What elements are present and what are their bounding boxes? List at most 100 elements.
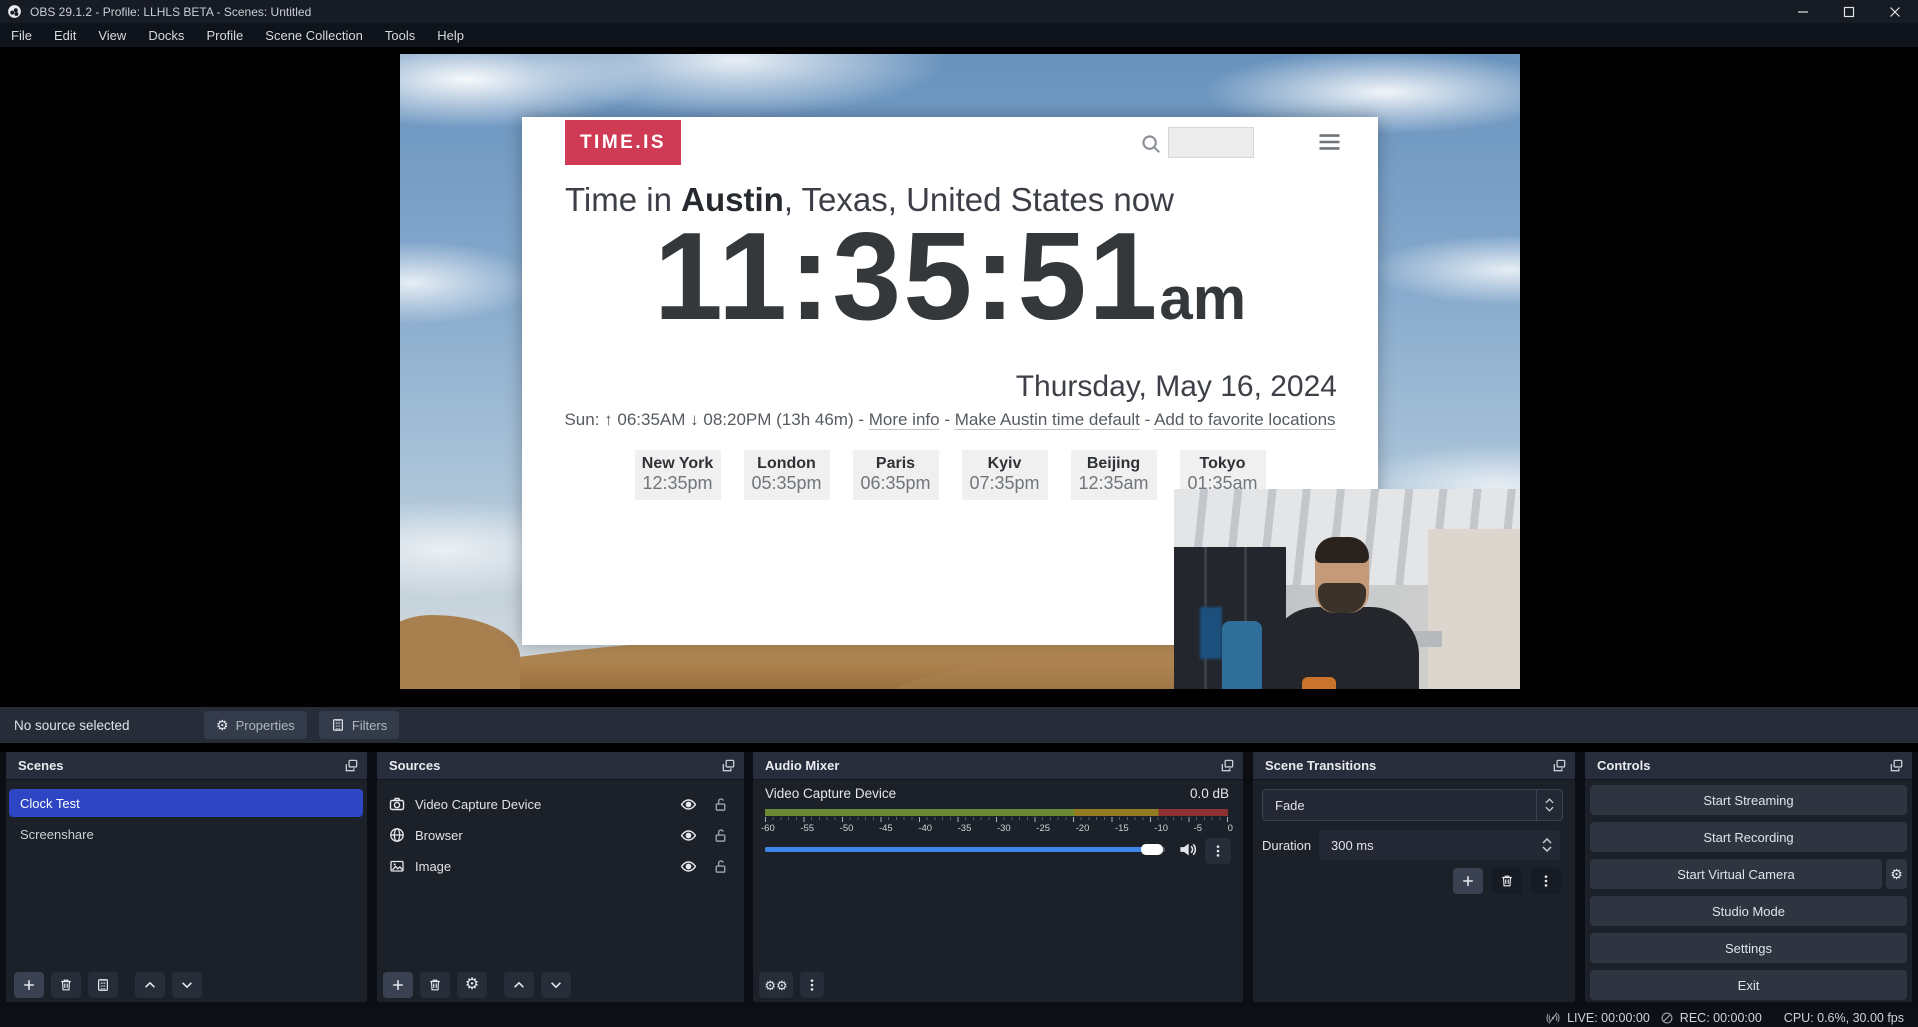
clock-time: 11:35:51: [654, 208, 1160, 346]
scene-move-down-button[interactable]: [172, 972, 202, 998]
scene-item-screenshare[interactable]: Screenshare: [9, 820, 363, 848]
minimize-button[interactable]: [1780, 0, 1826, 23]
menu-tools[interactable]: Tools: [374, 23, 426, 47]
sun-info-line: Sun: ↑ 06:35AM ↓ 08:20PM (13h 46m) - Mor…: [522, 410, 1378, 430]
menu-edit[interactable]: Edit: [43, 23, 87, 47]
advanced-audio-button[interactable]: ⚙⚙: [759, 972, 793, 998]
city-tile: Paris06:35pm: [853, 450, 939, 500]
remove-transition-button[interactable]: [1492, 868, 1522, 894]
exit-button[interactable]: Exit: [1590, 970, 1907, 1000]
source-move-down-button[interactable]: [541, 972, 571, 998]
start-virtual-camera-button[interactable]: Start Virtual Camera: [1590, 859, 1882, 889]
spinbox-arrows[interactable]: [1534, 830, 1560, 860]
rec-status: REC: 00:00:00: [1660, 1011, 1762, 1025]
source-item-image[interactable]: Image: [377, 851, 744, 881]
volume-slider[interactable]: [765, 847, 1165, 852]
popout-icon[interactable]: [344, 758, 359, 773]
make-default-link: Make Austin time default: [955, 410, 1140, 429]
menu-docks[interactable]: Docks: [137, 23, 195, 47]
popout-icon[interactable]: [721, 758, 736, 773]
scene-move-up-button[interactable]: [135, 972, 165, 998]
status-bar: LIVE: 00:00:00 REC: 00:00:00 CPU: 0.6%, …: [0, 1009, 1918, 1027]
mixer-level-db: 0.0 dB: [1190, 786, 1229, 801]
filters-button[interactable]: Filters: [319, 711, 399, 739]
scene-transitions-panel: Scene Transitions Fade Duration 300 ms: [1253, 752, 1575, 1002]
selected-source-status: No source selected: [14, 718, 204, 733]
menu-bar: File Edit View Docks Profile Scene Colle…: [0, 23, 1918, 47]
virtual-camera-config-button[interactable]: ⚙: [1886, 859, 1907, 889]
visibility-eye-icon[interactable]: [680, 858, 697, 875]
properties-button[interactable]: ⚙ Properties: [204, 711, 307, 739]
source-item-browser[interactable]: Browser: [377, 820, 744, 850]
gear-icon: ⚙: [1890, 867, 1903, 881]
select-spinner-icons[interactable]: [1536, 790, 1562, 820]
mixer-options-kebab-button[interactable]: [1205, 838, 1231, 864]
visibility-eye-icon[interactable]: [680, 827, 697, 844]
lock-open-icon[interactable]: [713, 797, 728, 812]
start-recording-button[interactable]: Start Recording: [1590, 822, 1907, 852]
menu-help[interactable]: Help: [426, 23, 475, 47]
clock-display: 11:35:51am: [522, 215, 1378, 339]
image-icon: [389, 858, 405, 874]
sources-panel: Sources Video Capture Device Browser Ima…: [377, 752, 744, 1002]
gear-icon: ⚙: [465, 977, 479, 993]
stream-signal-icon: [1545, 1011, 1561, 1025]
desert-dune: [400, 615, 520, 689]
settings-button[interactable]: Settings: [1590, 933, 1907, 963]
audio-mixer-header: Audio Mixer: [753, 752, 1243, 780]
scene-item-clock-test[interactable]: Clock Test: [9, 789, 363, 817]
mixer-menu-kebab-button[interactable]: [800, 972, 824, 998]
transition-select[interactable]: Fade: [1262, 789, 1563, 821]
scenes-panel: Scenes Clock Test Screenshare: [6, 752, 367, 1002]
gear-icon: ⚙: [216, 718, 229, 732]
close-button[interactable]: [1872, 0, 1918, 23]
city-tile: Kyiv07:35pm: [962, 450, 1048, 500]
menu-view[interactable]: View: [87, 23, 137, 47]
popout-icon[interactable]: [1220, 758, 1235, 773]
scene-transitions-header: Scene Transitions: [1253, 752, 1575, 780]
speaker-icon[interactable]: [1178, 840, 1197, 859]
office-wall: [1428, 529, 1520, 689]
menu-file[interactable]: File: [0, 23, 43, 47]
meter-scale: -60-55-50-45-40-35-30-25-20-15-10-50: [761, 823, 1233, 834]
city-tile: London05:35pm: [744, 450, 830, 500]
menu-profile[interactable]: Profile: [195, 23, 254, 47]
record-disabled-icon: [1660, 1011, 1674, 1025]
person-torso: [1269, 607, 1419, 689]
duration-spinbox[interactable]: 300 ms: [1319, 830, 1560, 860]
visibility-eye-icon[interactable]: [680, 796, 697, 813]
city-tile: New York12:35pm: [635, 450, 721, 500]
remove-scene-button[interactable]: [51, 972, 81, 998]
studio-mode-button[interactable]: Studio Mode: [1590, 896, 1907, 926]
lock-open-icon[interactable]: [713, 828, 728, 843]
cpu-fps-status: CPU: 0.6%, 30.00 fps: [1784, 1011, 1904, 1025]
audio-mixer-panel: Audio Mixer Video Capture Device 0.0 dB …: [753, 752, 1243, 1002]
source-item-video-capture[interactable]: Video Capture Device: [377, 789, 744, 819]
more-info-link: More info: [869, 410, 940, 429]
volume-slider-handle[interactable]: [1141, 844, 1163, 855]
obs-logo-icon: [7, 4, 22, 19]
lock-open-icon[interactable]: [713, 859, 728, 874]
office-chair: [1222, 621, 1262, 689]
popout-icon[interactable]: [1552, 758, 1567, 773]
duration-label: Duration: [1262, 838, 1311, 853]
scene-filters-button[interactable]: [88, 972, 118, 998]
volume-meter: [765, 809, 1228, 816]
source-properties-button[interactable]: ⚙: [457, 972, 487, 998]
live-status: LIVE: 00:00:00: [1545, 1011, 1650, 1025]
menu-scene-collection[interactable]: Scene Collection: [254, 23, 374, 47]
preview-canvas[interactable]: TIME.IS Time in Austin, Texas, United St…: [0, 47, 1918, 707]
monitor-glow: [1200, 607, 1222, 659]
add-scene-button[interactable]: [14, 972, 44, 998]
source-move-up-button[interactable]: [504, 972, 534, 998]
remove-source-button[interactable]: [420, 972, 450, 998]
webcam-overlay: [1174, 489, 1520, 689]
add-source-button[interactable]: [383, 972, 413, 998]
transition-properties-kebab-button[interactable]: [1531, 868, 1561, 894]
scenes-header: Scenes: [6, 752, 367, 780]
add-transition-button[interactable]: [1453, 868, 1483, 894]
maximize-button[interactable]: [1826, 0, 1872, 23]
start-streaming-button[interactable]: Start Streaming: [1590, 785, 1907, 815]
controls-header: Controls: [1585, 752, 1912, 780]
popout-icon[interactable]: [1889, 758, 1904, 773]
